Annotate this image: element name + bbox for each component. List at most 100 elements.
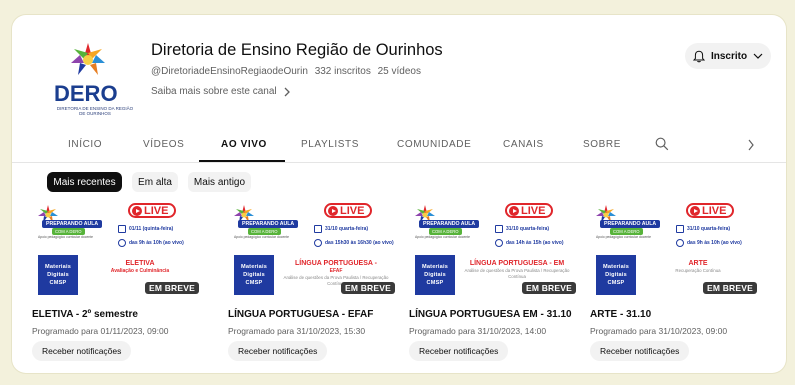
video-schedule: Programado para 01/11/2023, 09:00 — [32, 326, 169, 336]
video-title[interactable]: ARTE - 31.10 — [590, 309, 651, 320]
video-title[interactable]: LÍNGUA PORTUGUESA - EFAF — [228, 309, 373, 320]
channel-tabs: INÍCIO VÍDEOS AO VIVO PLAYLISTS COMUNIDA… — [12, 127, 786, 163]
materiais-line: Digitais — [605, 272, 627, 278]
video-title[interactable]: ELETIVA - 2º semestre — [32, 309, 138, 320]
thumb-subject: ARTE Recuperação Contínua — [642, 260, 754, 274]
materiais-line: Digitais — [424, 272, 446, 278]
notify-button[interactable]: Receber notificações — [590, 341, 690, 361]
thumb-time-text: das 9h às 10h (ao vivo) — [129, 240, 184, 246]
thumb-support-text: Apoio pedagógico curricular docente — [234, 235, 290, 239]
tab-playlists[interactable]: PLAYLISTS — [301, 139, 359, 150]
active-tab-indicator — [199, 160, 285, 162]
thumb-date: 01/11 (quinta-feira) — [118, 225, 173, 233]
video-schedule: Programado para 31/10/2023, 14:00 — [409, 326, 547, 336]
thumb-banner: PREPARANDO AULA — [42, 220, 103, 228]
thumb-support-text: Apoio pedagógico curricular docente — [596, 235, 652, 239]
subscribe-label: Inscrito — [710, 50, 748, 62]
chip-mais-antigo[interactable]: Mais antigo — [188, 172, 251, 192]
materiais-line: CMSP — [426, 280, 444, 286]
video-card[interactable]: PREPARANDO AULA COM A DERO Apoio pedagóg… — [409, 200, 579, 361]
thumb-date-text: 31/10 quarta-feira) — [325, 226, 369, 232]
play-icon — [132, 205, 142, 216]
play-icon — [328, 205, 338, 216]
video-thumbnail[interactable]: PREPARANDO AULA COM A DERO Apoio pedagóg… — [409, 200, 579, 297]
notify-button[interactable]: Receber notificações — [32, 341, 132, 361]
subscribe-button[interactable]: Inscrito — [685, 43, 771, 69]
about-channel-label: Saiba mais sobre este canal — [151, 86, 277, 97]
live-badge: LIVE — [686, 203, 735, 218]
upcoming-badge: EM BREVE — [145, 282, 199, 294]
logo-wordmark: DERO — [54, 81, 118, 106]
tab-videos[interactable]: VÍDEOS — [143, 139, 184, 150]
clock-icon — [118, 239, 126, 247]
video-card[interactable]: PREPARANDO AULA COM A DERO Apoio pedagóg… — [590, 200, 760, 361]
live-label: LIVE — [521, 204, 546, 217]
tab-scroll-right-icon[interactable] — [747, 139, 755, 151]
thumb-support-text: Apoio pedagógico curricular docente — [415, 235, 471, 239]
chevron-right-icon — [284, 87, 290, 96]
bell-icon — [692, 50, 705, 62]
materiais-digitais-badge: Materiais Digitais CMSP — [596, 255, 636, 295]
channel-meta: @DiretoriadeEnsinoRegiaodeOurin 332 insc… — [151, 66, 425, 77]
thumb-subject-title: LÍNGUA PORTUGUESA - EM — [469, 260, 565, 267]
video-card[interactable]: PREPARANDO AULA COM A DERO Apoio pedagóg… — [228, 200, 398, 361]
thumb-date: 31/10 quarta-feira) — [676, 225, 730, 233]
tab-sobre[interactable]: SOBRE — [583, 139, 621, 150]
notify-button[interactable]: Receber notificações — [228, 341, 328, 361]
live-badge: LIVE — [128, 203, 177, 218]
calendar-icon — [314, 225, 322, 233]
materiais-line: Digitais — [243, 272, 265, 278]
clock-icon — [676, 239, 684, 247]
thumb-subject-title: ARTE — [688, 260, 708, 267]
thumb-banner: PREPARANDO AULA — [238, 220, 299, 228]
video-thumbnail[interactable]: PREPARANDO AULA COM A DERO Apoio pedagóg… — [228, 200, 398, 297]
calendar-icon — [495, 225, 503, 233]
thumb-time-text: das 9h às 10h (ao vivo) — [687, 240, 742, 246]
thumb-subject: LÍNGUA PORTUGUESA - EM Análise de questõ… — [461, 260, 573, 280]
thumb-date: 31/10 quarta-feira) — [314, 225, 368, 233]
live-label: LIVE — [340, 204, 365, 217]
upcoming-badge: EM BREVE — [703, 282, 757, 294]
materiais-line: CMSP — [245, 280, 263, 286]
materiais-digitais-badge: Materiais Digitais CMSP — [38, 255, 78, 295]
live-label: LIVE — [702, 204, 727, 217]
thumb-date-text: 01/11 (quinta-feira) — [129, 226, 174, 232]
thumb-banner-sub: COM A DERO — [429, 228, 462, 235]
thumb-support-text: Apoio pedagógico curricular docente — [38, 235, 94, 239]
notify-button[interactable]: Receber notificações — [409, 341, 509, 361]
play-icon — [509, 205, 519, 216]
upcoming-badge: EM BREVE — [522, 282, 576, 294]
thumb-banner: PREPARANDO AULA — [600, 220, 661, 228]
thumb-time: das 9h às 10h (ao vivo) — [118, 239, 184, 247]
tab-canais[interactable]: CANAIS — [503, 139, 544, 150]
channel-avatar[interactable]: DERO DIRETORIA DE ENSINO DA REGIÃO DE OU… — [52, 39, 134, 119]
video-thumbnail[interactable]: PREPARANDO AULA COM A DERO Apoio pedagóg… — [590, 200, 760, 297]
materiais-line: CMSP — [607, 280, 625, 286]
thumb-time: das 15h30 às 16h30 (ao vivo) — [314, 239, 394, 247]
logo-tagline: DIRETORIA DE ENSINO DA REGIÃO DE OURINHO… — [56, 106, 134, 116]
clock-icon — [314, 239, 322, 247]
chip-em-alta[interactable]: Em alta — [132, 172, 178, 192]
materiais-line: Materiais — [602, 264, 630, 270]
subscriber-count: 332 inscritos — [314, 66, 371, 77]
thumb-time: das 9h às 10h (ao vivo) — [676, 239, 742, 247]
logo-burst-icon — [71, 43, 105, 75]
chip-mais-recentes[interactable]: Mais recentes — [47, 172, 122, 192]
video-schedule: Programado para 31/10/2023, 15:30 — [228, 326, 366, 336]
search-icon[interactable] — [655, 137, 669, 151]
materiais-line: Materiais — [44, 264, 72, 270]
thumb-banner-sub: COM A DERO — [248, 228, 281, 235]
tab-inicio[interactable]: INÍCIO — [68, 139, 102, 150]
video-title[interactable]: LÍNGUA PORTUGUESA EM - 31.10 — [409, 309, 572, 320]
channel-handle: @DiretoriadeEnsinoRegiaodeOurin — [151, 66, 308, 77]
video-thumbnail[interactable]: PREPARANDO AULA COM A DERO Apoio pedagóg… — [32, 200, 202, 297]
tab-comunidade[interactable]: COMUNIDADE — [397, 139, 471, 150]
channel-name: Diretoria de Ensino Região de Ourinhos — [151, 41, 443, 59]
tab-ao-vivo[interactable]: AO VIVO — [221, 139, 267, 150]
thumb-subject: ELETIVA Avaliação e Culminância — [84, 260, 196, 275]
upcoming-badge: EM BREVE — [341, 282, 395, 294]
video-card[interactable]: PREPARANDO AULA COM A DERO Apoio pedagóg… — [32, 200, 202, 361]
thumb-time-text: das 14h às 15h (ao vivo) — [506, 240, 564, 246]
thumb-time: das 14h às 15h (ao vivo) — [495, 239, 564, 247]
about-channel-link[interactable]: Saiba mais sobre este canal — [151, 86, 291, 97]
